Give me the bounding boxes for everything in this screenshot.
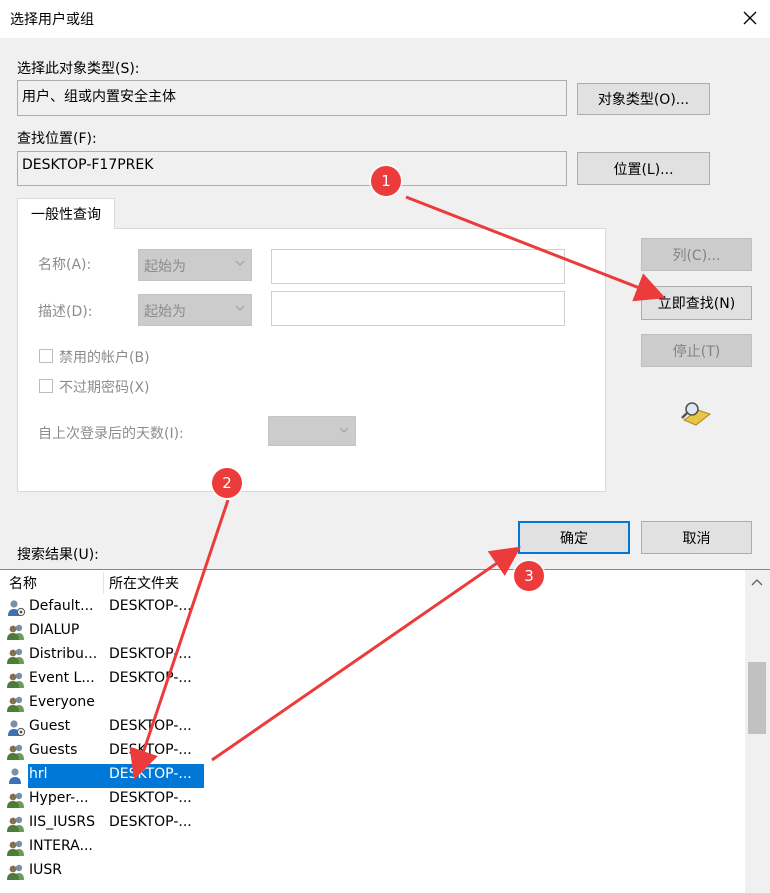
locations-button[interactable]: 位置(L)...	[577, 152, 710, 185]
annotation-badge-3: 3	[514, 561, 544, 591]
object-type-label: 选择此对象类型(S):	[17, 61, 140, 77]
group-icon	[6, 791, 26, 809]
item-folder: DESKTOP-...	[109, 814, 192, 830]
item-name: Default...	[29, 598, 94, 614]
item-name: Everyone	[29, 694, 95, 710]
list-item[interactable]: Hyper-... DESKTOP-...	[0, 788, 745, 812]
disabled-accounts-label: 禁用的帐户(B)	[59, 350, 150, 366]
days-since-logon-label: 自上次登录后的天数(I):	[38, 426, 184, 442]
list-item[interactable]: hrl DESKTOP-...	[0, 764, 745, 788]
item-name: DIALUP	[29, 622, 80, 638]
stop-button: 停止(T)	[641, 334, 752, 367]
group-icon	[6, 815, 26, 833]
cancel-button[interactable]: 取消	[641, 521, 752, 554]
item-folder: DESKTOP-...	[109, 766, 192, 782]
days-since-logon-select	[268, 416, 356, 446]
item-folder: DESKTOP-...	[109, 646, 192, 662]
location-field: DESKTOP-F17PREK	[17, 151, 567, 186]
non-expiring-password-checkbox	[39, 379, 53, 393]
name-mode-value: 起始为	[144, 259, 186, 275]
group-icon	[6, 671, 26, 689]
location-label: 查找位置(F):	[17, 131, 97, 147]
item-name: Guest	[29, 718, 71, 734]
find-now-button[interactable]: 立即查找(N)	[641, 286, 752, 320]
list-item[interactable]: INTERA...	[0, 836, 745, 860]
list-item[interactable]: Everyone	[0, 692, 745, 716]
item-folder: DESKTOP-...	[109, 742, 192, 758]
annotation-badge-2: 2	[212, 468, 242, 498]
item-folder: DESKTOP-...	[109, 598, 192, 614]
column-divider[interactable]	[103, 572, 104, 594]
vertical-scrollbar[interactable]	[745, 570, 770, 893]
general-queries-panel: 名称(A): 起始为 描述(D): 起始为 禁用的帐户(B) 不过期密码(X) …	[17, 228, 606, 492]
search-magnifier-icon	[678, 398, 714, 428]
name-mode-select: 起始为	[138, 249, 252, 281]
annotation-badge-1: 1	[371, 166, 401, 196]
description-mode-value: 起始为	[144, 304, 186, 320]
list-item[interactable]: IIS_IUSRS DESKTOP-...	[0, 812, 745, 836]
name-label: 名称(A):	[38, 257, 92, 273]
description-label: 描述(D):	[38, 304, 93, 320]
list-item[interactable]: Event L... DESKTOP-...	[0, 668, 745, 692]
item-name: Hyper-...	[29, 790, 89, 806]
description-mode-select: 起始为	[138, 294, 252, 326]
list-item[interactable]: Default... DESKTOP-...	[0, 596, 745, 620]
group-icon	[6, 647, 26, 665]
column-header-folder[interactable]: 所在文件夹	[109, 570, 179, 596]
scrollbar-thumb[interactable]	[748, 662, 766, 734]
description-input[interactable]	[271, 291, 565, 326]
item-folder: DESKTOP-...	[109, 670, 192, 686]
item-name: Distribu...	[29, 646, 98, 662]
disabled-accounts-checkbox	[39, 349, 53, 363]
list-item[interactable]: DIALUP	[0, 620, 745, 644]
group-icon	[6, 623, 26, 641]
object-types-button[interactable]: 对象类型(O)...	[577, 83, 710, 115]
search-results-list[interactable]: 名称 所在文件夹 Default... DESKTOP-... DIALUP Dist…	[0, 569, 770, 893]
user-icon	[6, 767, 26, 785]
chevron-down-icon	[235, 305, 245, 311]
group-icon	[6, 743, 26, 761]
list-item[interactable]: IUSR	[0, 860, 745, 884]
item-name: IIS_IUSRS	[29, 814, 96, 830]
close-icon[interactable]	[736, 4, 764, 32]
non-expiring-password-label: 不过期密码(X)	[59, 380, 150, 396]
item-name: Event L...	[29, 670, 95, 686]
user-system-icon	[6, 719, 26, 737]
user-system-icon	[6, 599, 26, 617]
item-name: Guests	[29, 742, 78, 758]
list-item[interactable]: Guests DESKTOP-...	[0, 740, 745, 764]
list-item[interactable]: Distribu... DESKTOP-...	[0, 644, 745, 668]
scroll-up-icon[interactable]	[751, 578, 763, 586]
ok-button[interactable]: 确定	[518, 521, 630, 554]
name-input[interactable]	[271, 249, 565, 284]
chevron-down-icon	[235, 260, 245, 266]
window-title: 选择用户或组	[10, 12, 94, 28]
group-icon	[6, 695, 26, 713]
group-icon	[6, 863, 26, 881]
tab-general-queries[interactable]: 一般性查询	[17, 198, 115, 229]
item-folder: DESKTOP-...	[109, 790, 192, 806]
object-type-field: 用户、组或内置安全主体	[17, 80, 567, 116]
group-icon	[6, 839, 26, 857]
chevron-down-icon	[339, 427, 349, 433]
title-bar: 选择用户或组	[0, 0, 770, 38]
list-item[interactable]: Guest DESKTOP-...	[0, 716, 745, 740]
columns-button: 列(C)...	[641, 238, 752, 271]
item-name: hrl	[29, 766, 48, 782]
search-results-label: 搜索结果(U):	[17, 547, 99, 563]
item-name: INTERA...	[29, 838, 93, 854]
item-name: IUSR	[29, 862, 62, 878]
column-header-name[interactable]: 名称	[9, 570, 37, 596]
item-folder: DESKTOP-...	[109, 718, 192, 734]
